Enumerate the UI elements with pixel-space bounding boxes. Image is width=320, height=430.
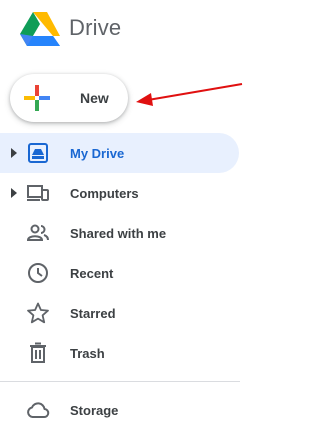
sidebar-item-label: My Drive — [70, 145, 125, 161]
clock-icon — [28, 263, 48, 283]
red-arrow-annotation — [136, 83, 243, 106]
cloud-icon — [27, 402, 50, 418]
storage-label: Storage — [70, 402, 119, 418]
sidebar-item-trash[interactable]: Trash — [0, 333, 239, 373]
new-button-label: New — [80, 90, 109, 106]
app-title: Drive — [69, 15, 122, 40]
new-button[interactable]: New — [10, 74, 128, 122]
star-icon — [27, 302, 49, 324]
sidebar-item-starred[interactable]: Starred — [0, 293, 239, 333]
expand-caret-icon[interactable] — [10, 147, 18, 159]
sidebar-item-label: Recent — [70, 265, 114, 281]
sidebar-item-my-drive[interactable]: My Drive — [0, 133, 239, 173]
trash-icon — [30, 342, 46, 363]
drive-sidebar: Drive New My Drive Computers Shared with… — [0, 0, 249, 430]
expand-caret-icon[interactable] — [10, 187, 18, 199]
sidebar-item-label: Trash — [70, 345, 105, 361]
my-drive-icon — [28, 143, 48, 163]
plus-icon — [24, 85, 50, 111]
sidebar-item-computers[interactable]: Computers — [0, 173, 239, 213]
drive-logo-link[interactable]: Drive — [20, 8, 121, 48]
google-drive-logo-icon — [20, 12, 60, 46]
people-icon — [26, 224, 49, 241]
sidebar-item-shared-with-me[interactable]: Shared with me — [0, 213, 239, 253]
sidebar-divider — [0, 381, 240, 382]
sidebar-item-storage[interactable]: Storage — [0, 390, 239, 430]
sidebar-item-label: Starred — [70, 305, 116, 321]
sidebar-item-recent[interactable]: Recent — [0, 253, 239, 293]
sidebar-item-label: Computers — [70, 185, 139, 201]
sidebar-nav: My Drive Computers Shared with me Recent… — [0, 133, 249, 373]
sidebar-item-label: Shared with me — [70, 225, 167, 241]
computers-icon — [27, 185, 49, 201]
